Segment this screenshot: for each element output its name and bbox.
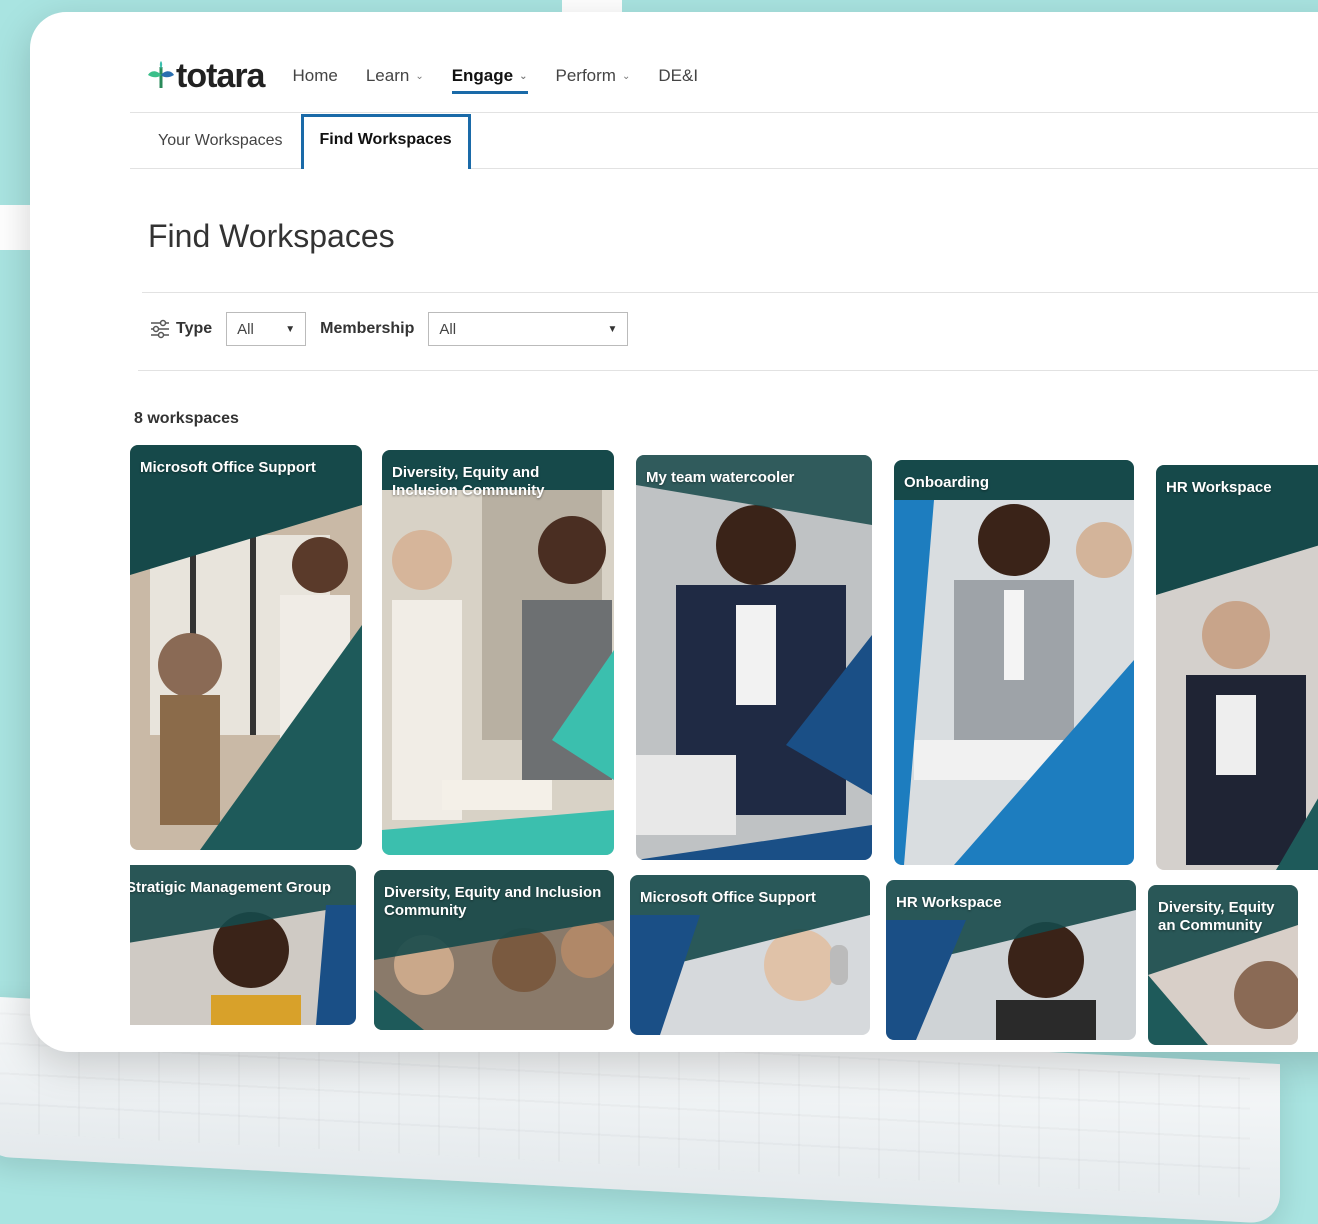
filter-bar: Type All ▼ Membership All ▼ [150,312,629,346]
nav-item-home[interactable]: Home [292,56,337,96]
nav-label: Perform [555,66,616,85]
card-title: Onboarding [904,474,989,491]
nav-label: Engage [451,66,514,85]
leaf-logo-icon [148,61,174,88]
workspace-card[interactable]: Microsoft Office Support [130,445,362,850]
membership-filter-label: Membership [320,320,415,337]
workspace-card[interactable]: Diversity, Equity and Inclusion Communit… [374,870,614,1030]
select-value: All [439,320,457,338]
nav-item-dei[interactable]: DE&I [658,56,698,96]
workspace-card[interactable]: Microsoft Office Support [630,875,870,1035]
workspace-card[interactable]: HR Workspace [1156,465,1318,870]
workspace-tabs: Your Workspaces Find Workspaces [130,112,1318,169]
card-title: HR Workspace [896,894,1002,911]
select-value: All [237,320,254,338]
card-image [894,460,1134,865]
nav-item-learn[interactable]: Learn ⌄ [366,56,424,96]
divider [138,370,1318,371]
card-title: Microsoft Office Support [640,889,816,906]
card-image [382,450,614,855]
tab-your-workspaces[interactable]: Your Workspaces [140,116,301,168]
workspace-card[interactable]: HR Workspace [886,880,1136,1040]
card-title: Diversity, Equity and Inclusion Communit… [384,884,602,919]
workspace-card[interactable]: Stratigic Management Group [130,865,356,1025]
card-image [1156,465,1318,870]
card-title: Microsoft Office Support [140,459,316,476]
workspace-card[interactable]: Diversity, Equity and Inclusion Communit… [382,450,614,855]
tab-find-workspaces[interactable]: Find Workspaces [300,114,471,169]
background-panel [562,0,622,12]
card-title: Stratigic Management Group [130,879,332,896]
workspace-card[interactable]: My team watercooler [636,455,872,860]
divider [142,292,1318,293]
tab-label: Your Workspaces [158,132,283,149]
page-title: Find Workspaces [148,218,395,254]
card-title: Diversity, Equity and Inclusion Communit… [392,464,545,499]
nav-label: DE&I [658,66,699,85]
laptop-screen: totara Home Learn ⌄ Engage ⌄ Perform ⌄ DE&I… [30,12,1318,1052]
nav-label: Learn [365,66,410,85]
tab-label: Find Workspaces [319,131,452,148]
app-window: totara Home Learn ⌄ Engage ⌄ Perform ⌄ DE&I… [130,40,1318,1050]
workspace-card[interactable]: Onboarding [894,460,1134,865]
nav-item-engage[interactable]: Engage ⌄ [451,56,528,96]
top-navigation: totara Home Learn ⌄ Engage ⌄ Perform ⌄ DE&I [130,40,1318,113]
card-image [636,455,872,860]
type-select[interactable]: All ▼ [226,312,307,346]
nav-label: Home [292,66,338,85]
caret-down-icon: ▼ [607,323,618,335]
card-title: HR Workspace [1166,479,1272,496]
nav-item-perform[interactable]: Perform ⌄ [556,56,631,96]
type-filter-label: Type [176,320,213,337]
chevron-down-icon: ⌄ [415,70,424,82]
background-panel [0,0,560,12]
workspace-count: 8 workspaces [134,410,239,427]
totara-logo[interactable]: totara [146,56,265,96]
card-image [130,445,362,850]
chevron-down-icon: ⌄ [519,70,528,82]
nav-menu: Home Learn ⌄ Engage ⌄ Perform ⌄ DE&I [292,56,726,96]
chevron-down-icon: ⌄ [621,70,631,82]
sliders-icon [151,319,169,339]
card-title: My team watercooler [646,469,795,486]
caret-down-icon: ▼ [285,323,296,335]
workspace-card[interactable]: Diversity, Equity an Community [1148,885,1298,1045]
logo-text: totara [176,56,265,95]
membership-select[interactable]: All ▼ [428,312,629,346]
card-title: Diversity, Equity an Community [1158,899,1275,934]
